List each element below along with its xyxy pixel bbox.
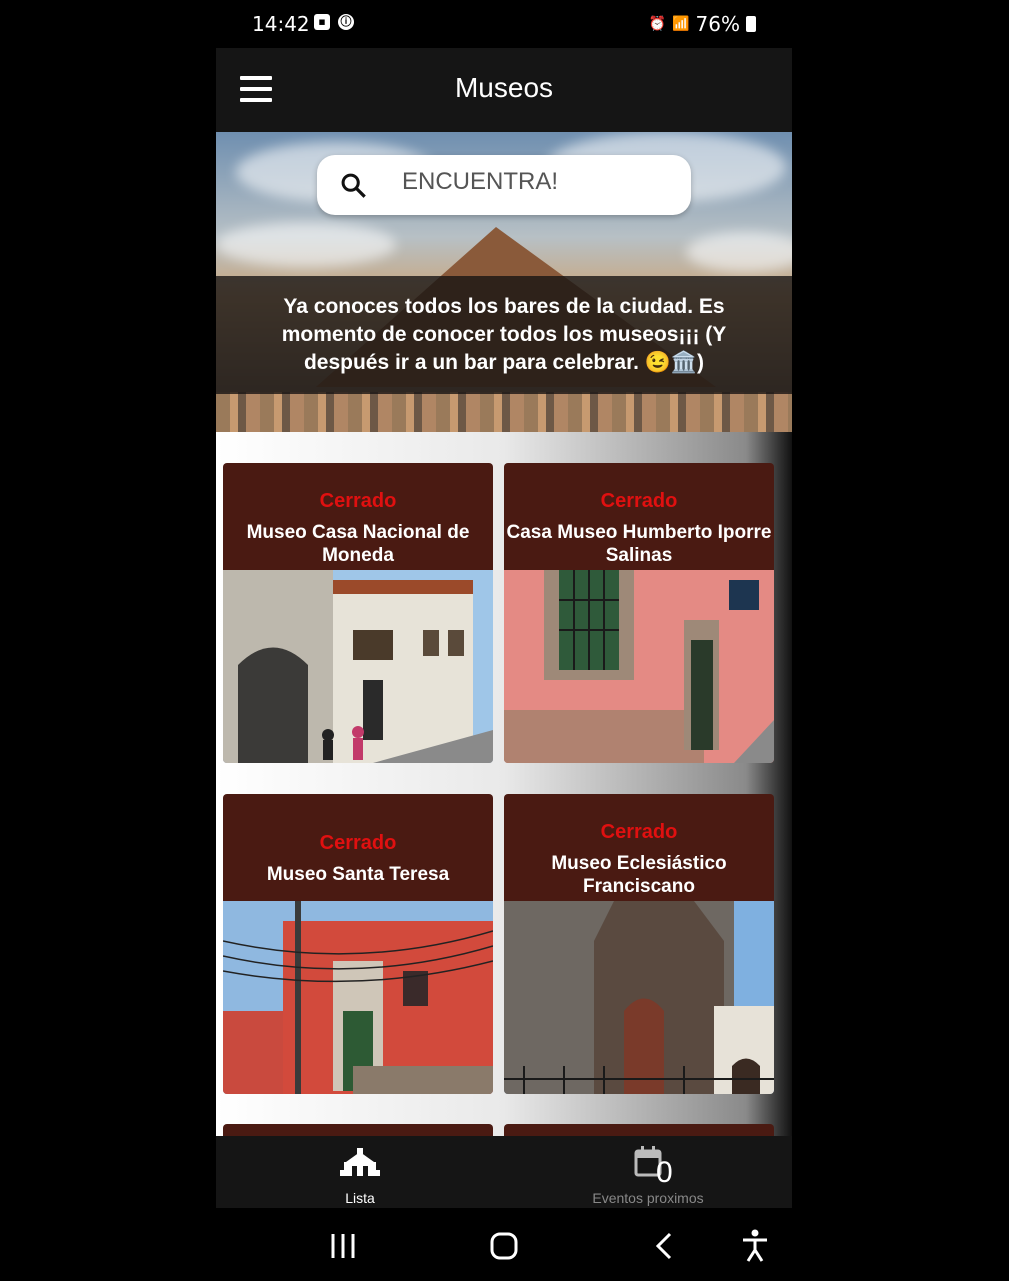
battery-icon [746,16,756,32]
status-time: 14:42 [252,12,310,36]
museum-photo [223,901,493,1094]
nav-label: Lista [345,1190,375,1206]
museum-name: Museo Eclesiástico Franciscano [551,853,727,897]
museum-status: Cerrado [600,821,678,843]
status-right: ⏰ 📶 76% [649,12,756,36]
hero-banner: ENCUENTRA! Ya conoces todos los bares de… [216,132,792,432]
nav-item-eventos[interactable]: 0 Eventos proximos [504,1136,792,1208]
museum-status: Cerrado [319,832,397,854]
intro-banner: Ya conoces todos los bares de la ciudad.… [216,276,792,394]
nav-label: Eventos proximos [592,1190,704,1206]
search-bar[interactable]: ENCUENTRA! [317,155,691,215]
museum-photo [504,901,774,1094]
bottom-nav: Lista 0 Eventos proximos [216,1136,792,1208]
notification-icon: ⓘ [338,14,354,30]
system-nav-bar [216,1208,792,1281]
alarm-icon: ⏰ [648,16,667,32]
notification-icon: ▪ [314,14,330,30]
museum-card[interactable] [504,1124,774,1136]
event-count-badge: 0 [656,1156,673,1189]
museum-status: Cerrado [600,490,678,512]
page-title: Museos [454,72,554,103]
city-image [216,392,792,432]
accessibility-icon[interactable] [735,1226,775,1266]
museum-card[interactable]: Cerrado Museo Casa Nacional de Moneda [223,463,493,763]
museum-card[interactable]: Cerrado Museo Eclesiástico Franciscano [504,794,774,1094]
nav-item-lista[interactable]: Lista [216,1136,504,1208]
wifi-icon: 📶 [672,16,690,32]
museum-list: Cerrado Museo Casa Nacional de Moneda Ce… [216,432,792,1136]
search-input[interactable]: ENCUENTRA! [402,168,558,196]
recent-apps-icon[interactable] [323,1226,363,1266]
notification-icons: ▪ ⓘ [314,14,354,30]
museum-name: Casa Museo Humberto Iporre Salinas [506,522,772,566]
museum-name: Museo Santa Teresa [266,864,450,885]
museum-icon [340,1148,380,1176]
museum-name: Museo Casa Nacional de Moneda [246,522,470,566]
museum-photo [504,570,774,763]
museum-status: Cerrado [319,490,397,512]
back-icon[interactable] [645,1226,685,1266]
search-icon [341,173,366,198]
museum-card[interactable]: Cerrado Casa Museo Humberto Iporre Salin… [504,463,774,763]
intro-text: Ya conoces todos los bares de la ciudad.… [281,295,727,374]
museum-card[interactable] [223,1124,493,1136]
museum-card[interactable]: Cerrado Museo Santa Teresa [223,794,493,1094]
museum-photo [223,570,493,763]
home-icon[interactable] [484,1226,524,1266]
status-bar: 14:42 ▪ ⓘ ⏰ 📶 76% [216,0,792,48]
app-bar: Museos [216,48,792,132]
battery-percent: 76% [695,12,740,36]
